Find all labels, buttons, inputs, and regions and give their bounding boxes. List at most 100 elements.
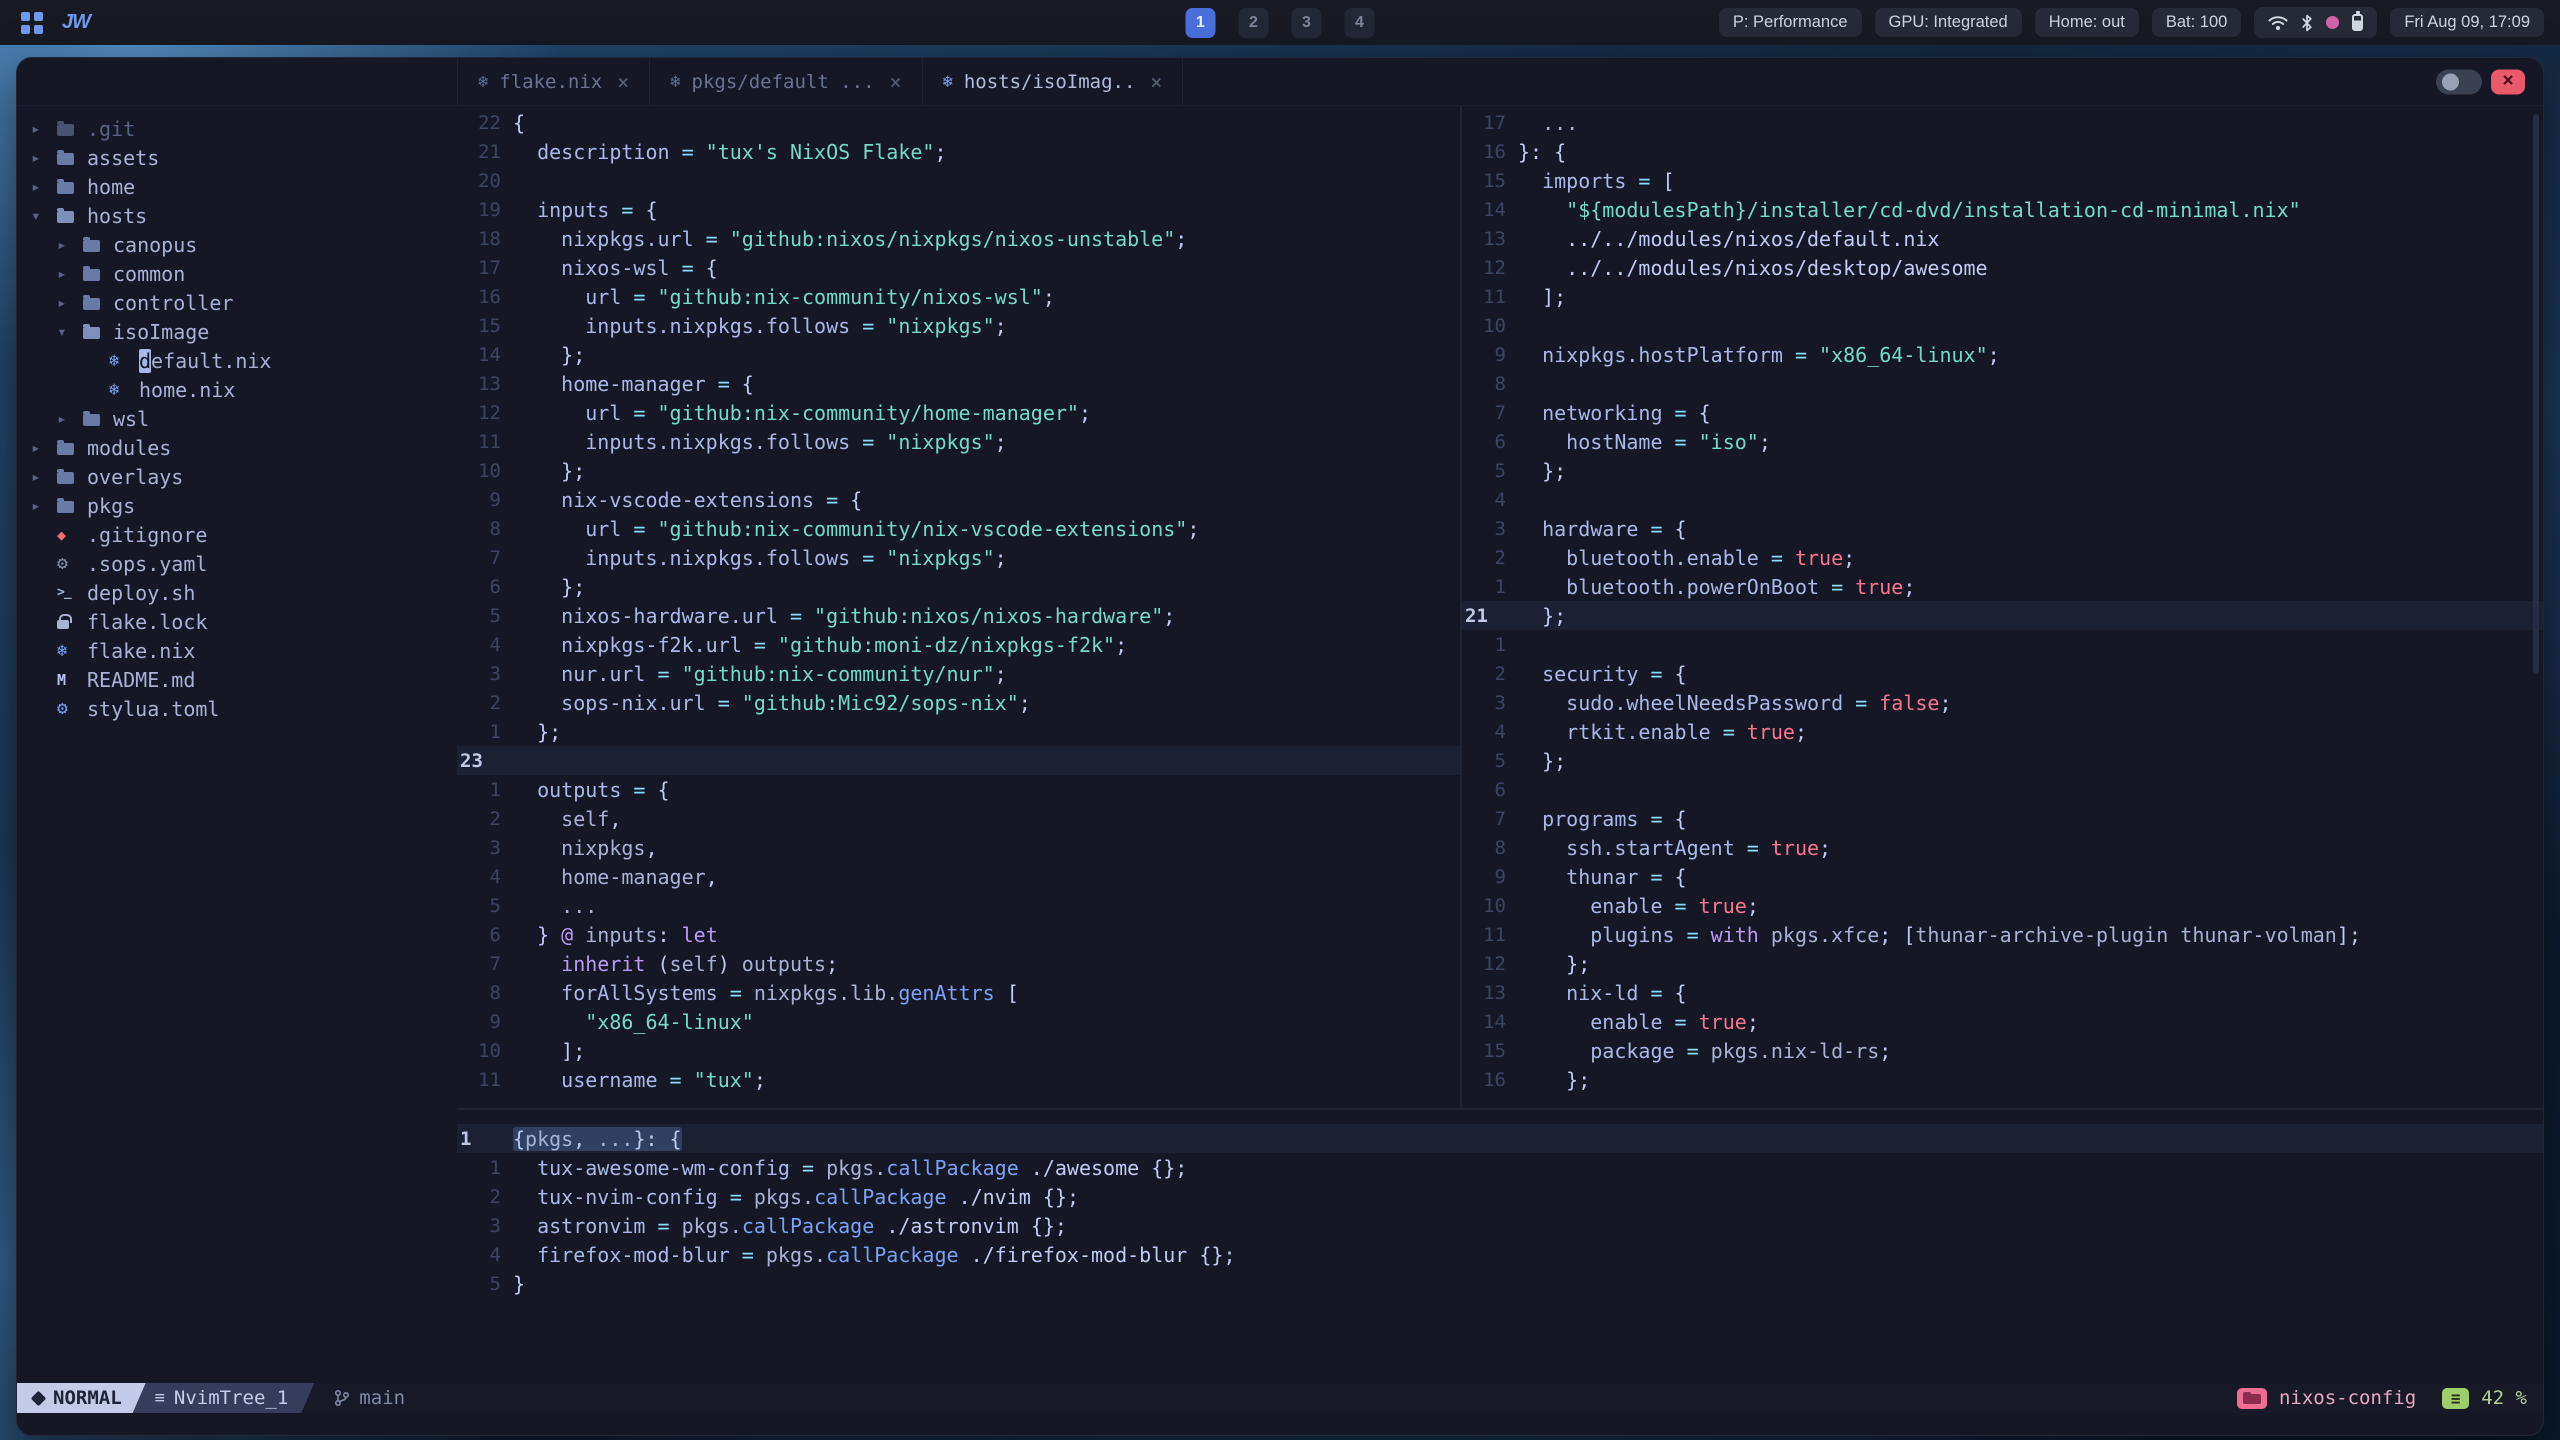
tree-item-home[interactable]: ▸ home: [17, 172, 457, 201]
code-line[interactable]: 6: [1462, 775, 2543, 804]
tree-item-flake.nix[interactable]: ❄ flake.nix: [17, 636, 457, 665]
code-line[interactable]: 2 security = {: [1462, 659, 2543, 688]
tree-item-.sops.yaml[interactable]: ⚙ .sops.yaml: [17, 549, 457, 578]
code-line[interactable]: 11 plugins = with pkgs.xfce; [thunar-arc…: [1462, 920, 2543, 949]
tree-item-.git[interactable]: ▸ .git: [17, 114, 457, 143]
editor-pane-flake-nix[interactable]: 22{21 description = "tux's NixOS Flake";…: [457, 106, 1460, 1108]
code-line[interactable]: 4 home-manager,: [457, 862, 1460, 891]
code-line[interactable]: 9 thunar = {: [1462, 862, 2543, 891]
code-line[interactable]: 11 ];: [1462, 282, 2543, 311]
code-line[interactable]: 3 astronvim = pkgs.callPackage ./astronv…: [457, 1211, 2543, 1240]
code-line[interactable]: 3 sudo.wheelNeedsPassword = false;: [1462, 688, 2543, 717]
code-line[interactable]: 1 };: [457, 717, 1460, 746]
workspace-button-2[interactable]: 2: [1238, 7, 1269, 38]
code-line[interactable]: 1: [1462, 630, 2543, 659]
code-line[interactable]: 22 {: [457, 108, 1460, 137]
code-line[interactable]: 4 rtkit.enable = true;: [1462, 717, 2543, 746]
tree-item-wsl[interactable]: ▸ wsl: [17, 404, 457, 433]
tree-item-assets[interactable]: ▸ assets: [17, 143, 457, 172]
code-line[interactable]: 1 tux-awesome-wm-config = pkgs.callPacka…: [457, 1153, 2543, 1182]
code-line[interactable]: 23: [457, 746, 1460, 775]
code-line[interactable]: 1 bluetooth.powerOnBoot = true;: [1462, 572, 2543, 601]
tree-item-controller[interactable]: ▸ controller: [17, 288, 457, 317]
code-line[interactable]: 12 ../../modules/nixos/desktop/awesome: [1462, 253, 2543, 282]
code-line[interactable]: 2 sops-nix.url = "github:Mic92/sops-nix"…: [457, 688, 1460, 717]
code-line[interactable]: 3 hardware = {: [1462, 514, 2543, 543]
code-line[interactable]: 12 url = "github:nix-community/home-mana…: [457, 398, 1460, 427]
code-line[interactable]: 17 nixos-wsl = {: [457, 253, 1460, 282]
tab-close-icon[interactable]: ×: [890, 70, 902, 94]
code-line[interactable]: 19 inputs = {: [457, 195, 1460, 224]
code-line[interactable]: 4: [1462, 485, 2543, 514]
app-launcher-button[interactable]: [16, 7, 48, 39]
file-explorer[interactable]: ▸ .git ▸ assets ▸ home ▾ hosts ▸ canopus ▸ common ▸ c…: [17, 106, 457, 1383]
code-line[interactable]: 8: [1462, 369, 2543, 398]
code-line[interactable]: 5}: [457, 1269, 2543, 1298]
code-line[interactable]: 2 tux-nvim-config = pkgs.callPackage ./n…: [457, 1182, 2543, 1211]
code-line[interactable]: 6 } @ inputs: let: [457, 920, 1460, 949]
code-line[interactable]: 15 imports = [: [1462, 166, 2543, 195]
window-toggle[interactable]: [2436, 69, 2482, 94]
code-line[interactable]: 5 };: [1462, 456, 2543, 485]
tree-item-hosts[interactable]: ▾ hosts: [17, 201, 457, 230]
tree-item-overlays[interactable]: ▸ overlays: [17, 462, 457, 491]
tree-item-canopus[interactable]: ▸ canopus: [17, 230, 457, 259]
code-line[interactable]: 14 "${modulesPath}/installer/cd-dvd/inst…: [1462, 195, 2543, 224]
code-line[interactable]: 8 url = "github:nix-community/nix-vscode…: [457, 514, 1460, 543]
code-line[interactable]: 21 description = "tux's NixOS Flake";: [457, 137, 1460, 166]
tree-item-stylua.toml[interactable]: ⚙ stylua.toml: [17, 694, 457, 723]
tree-item-pkgs[interactable]: ▸ pkgs: [17, 491, 457, 520]
code-line[interactable]: 7 inherit (self) outputs;: [457, 949, 1460, 978]
editor-pane-pkgs-default-nix[interactable]: 1 {pkgs, ...}: {1 tux-awesome-wm-config =…: [457, 1110, 2543, 1383]
editor-pane-iso-default-nix[interactable]: 17 ... 16}: {15 imports = [14 "${modulesP…: [1462, 106, 2543, 1108]
tree-item-deploy.sh[interactable]: >_ deploy.sh: [17, 578, 457, 607]
code-line[interactable]: 12 };: [1462, 949, 2543, 978]
code-line[interactable]: 4 nixpkgs-f2k.url = "github:moni-dz/nixp…: [457, 630, 1460, 659]
tab-flake.nix[interactable]: ❄ flake.nix ×: [457, 58, 649, 105]
code-line[interactable]: 16 url = "github:nix-community/nixos-wsl…: [457, 282, 1460, 311]
code-line[interactable]: 11 username = "tux";: [457, 1065, 1460, 1094]
code-line[interactable]: 2 self,: [457, 804, 1460, 833]
code-line[interactable]: 13 ../../modules/nixos/default.nix: [1462, 224, 2543, 253]
tree-item-isoImage[interactable]: ▾ isoImage: [17, 317, 457, 346]
code-line[interactable]: 16}: {: [1462, 137, 2543, 166]
code-line[interactable]: 10 ];: [457, 1036, 1460, 1065]
scrollbar[interactable]: [2533, 114, 2539, 674]
code-line[interactable]: 9 "x86_64-linux": [457, 1007, 1460, 1036]
code-line[interactable]: 10 };: [457, 456, 1460, 485]
window-close-button[interactable]: ×: [2491, 69, 2525, 94]
tree-item-.gitignore[interactable]: ◆ .gitignore: [17, 520, 457, 549]
tree-item-default.nix[interactable]: ❄ default.nix: [17, 346, 457, 375]
tree-item-flake.lock[interactable]: flake.lock: [17, 607, 457, 636]
code-line[interactable]: 16 };: [1462, 1065, 2543, 1094]
tab-close-icon[interactable]: ×: [617, 70, 629, 94]
code-line[interactable]: 20: [457, 166, 1460, 195]
code-line[interactable]: 11 inputs.nixpkgs.follows = "nixpkgs";: [457, 427, 1460, 456]
code-line[interactable]: 8 ssh.startAgent = true;: [1462, 833, 2543, 862]
code-line[interactable]: 5 ...: [457, 891, 1460, 920]
code-line[interactable]: 3 nixpkgs,: [457, 833, 1460, 862]
code-line[interactable]: 21 };: [1462, 601, 2543, 630]
code-line[interactable]: 5 nixos-hardware.url = "github:nixos/nix…: [457, 601, 1460, 630]
tab-pkgs/default ...[interactable]: ❄ pkgs/default ... ×: [649, 58, 921, 105]
tree-item-home.nix[interactable]: ❄ home.nix: [17, 375, 457, 404]
code-line[interactable]: 6 };: [457, 572, 1460, 601]
code-line[interactable]: 2 bluetooth.enable = true;: [1462, 543, 2543, 572]
tree-item-modules[interactable]: ▸ modules: [17, 433, 457, 462]
code-line[interactable]: 13 nix-ld = {: [1462, 978, 2543, 1007]
code-line[interactable]: 10 enable = true;: [1462, 891, 2543, 920]
code-line[interactable]: 4 firefox-mod-blur = pkgs.callPackage ./…: [457, 1240, 2543, 1269]
code-line[interactable]: 1 {pkgs, ...}: {: [457, 1124, 2543, 1153]
code-line[interactable]: 6 hostName = "iso";: [1462, 427, 2543, 456]
code-line[interactable]: 15 inputs.nixpkgs.follows = "nixpkgs";: [457, 311, 1460, 340]
code-line[interactable]: 7 inputs.nixpkgs.follows = "nixpkgs";: [457, 543, 1460, 572]
code-line[interactable]: 18 nixpkgs.url = "github:nixos/nixpkgs/n…: [457, 224, 1460, 253]
workspace-button-1[interactable]: 1: [1185, 7, 1216, 38]
code-line[interactable]: 17 ...: [1462, 108, 2543, 137]
code-line[interactable]: 9 nix-vscode-extensions = {: [457, 485, 1460, 514]
code-line[interactable]: 3 nur.url = "github:nix-community/nur";: [457, 659, 1460, 688]
code-line[interactable]: 10: [1462, 311, 2543, 340]
code-line[interactable]: 14 enable = true;: [1462, 1007, 2543, 1036]
code-line[interactable]: 8 forAllSystems = nixpkgs.lib.genAttrs [: [457, 978, 1460, 1007]
code-line[interactable]: 7 networking = {: [1462, 398, 2543, 427]
